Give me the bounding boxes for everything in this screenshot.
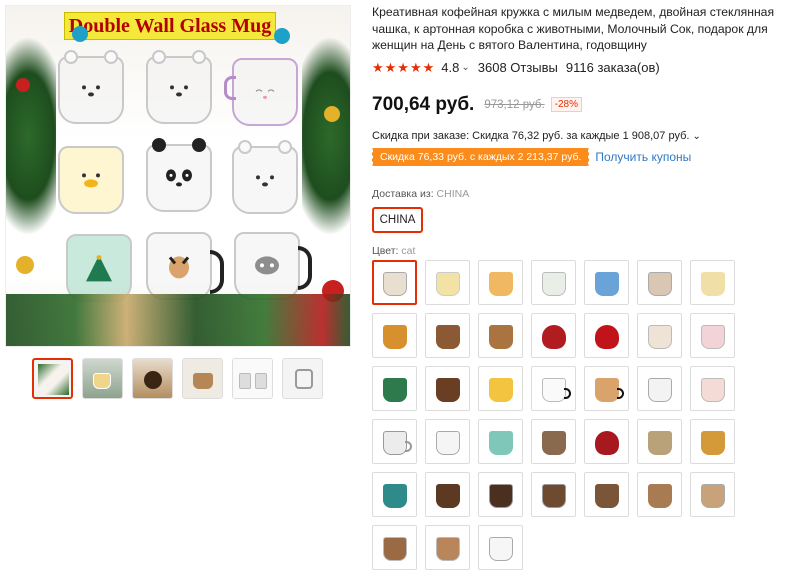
main-product-image[interactable]: Double Wall Glass Mug: [5, 5, 351, 347]
color-swatch[interactable]: [478, 259, 523, 305]
bear-mug: [58, 50, 124, 124]
chevron-down-icon: ⌄: [692, 130, 701, 142]
duck-mug: [58, 146, 124, 214]
ornament: [324, 106, 340, 122]
thumbnail[interactable]: [82, 358, 123, 399]
color-swatch[interactable]: [478, 312, 523, 358]
bear-mug: [232, 140, 298, 214]
color-swatch[interactable]: [372, 524, 417, 570]
star-rating-icon: ★★★★★: [372, 59, 436, 75]
color-swatch[interactable]: [372, 471, 417, 517]
color-swatch[interactable]: [690, 418, 735, 464]
color-swatch[interactable]: [690, 312, 735, 358]
cat-mug-purple: [232, 58, 298, 126]
get-coupons-link[interactable]: Получить купоны: [595, 150, 691, 164]
color-selected-value: cat: [401, 244, 416, 257]
bear-mug: [146, 50, 212, 124]
color-swatch[interactable]: [531, 471, 576, 517]
reviews-link[interactable]: 3608 Отзывы: [478, 60, 558, 75]
gift-decoration: [6, 294, 350, 346]
color-swatch[interactable]: [690, 259, 735, 305]
color-swatch[interactable]: [637, 365, 682, 411]
color-swatch[interactable]: [372, 418, 417, 464]
old-price: 973,12 руб.: [484, 98, 545, 111]
thumbnail[interactable]: [282, 358, 323, 399]
christmas-tree-decoration: [6, 36, 56, 236]
color-swatch[interactable]: [690, 471, 735, 517]
thumbnail[interactable]: [232, 358, 273, 399]
color-label: Цвет: cat: [372, 245, 796, 257]
color-swatch[interactable]: [478, 524, 523, 570]
color-swatch[interactable]: [637, 471, 682, 517]
order-discount[interactable]: Скидка при заказе: Скидка 76,32 руб. за …: [372, 130, 796, 142]
color-swatch[interactable]: [425, 365, 470, 411]
color-swatch[interactable]: [425, 418, 470, 464]
color-swatch[interactable]: [531, 312, 576, 358]
image-banner: Double Wall Glass Mug: [64, 12, 276, 40]
christmas-tree-mug: [66, 234, 132, 302]
color-swatch[interactable]: [531, 365, 576, 411]
thumbnail[interactable]: [182, 358, 223, 399]
color-swatch[interactable]: [425, 471, 470, 517]
order-discount-text: Скидка при заказе: Скидка 76,32 руб. за …: [372, 129, 690, 142]
shipping-selected-value: CHINA: [436, 187, 470, 200]
color-label-text: Цвет:: [372, 244, 399, 257]
rating-value[interactable]: 4.8: [441, 60, 459, 75]
color-swatch[interactable]: [425, 259, 470, 305]
color-swatch[interactable]: [372, 312, 417, 358]
shipping-label-text: Доставка из:: [372, 187, 434, 200]
color-swatch[interactable]: [690, 365, 735, 411]
rating-row: ★★★★★ 4.8 ⌄ 3608 Отзывы 9116 заказа(ов): [372, 60, 796, 76]
color-swatch[interactable]: [425, 524, 470, 570]
ornament: [16, 256, 34, 274]
discount-badge: -28%: [550, 97, 582, 112]
coupon-tag: Скидка 76,33 руб. с каждых 2 213,37 руб.: [370, 147, 590, 166]
color-swatch[interactable]: [637, 259, 682, 305]
color-swatches: [372, 259, 796, 570]
thumbnail[interactable]: [32, 358, 73, 399]
product-info: Креативная кофейная кружка с милым медве…: [370, 4, 796, 570]
color-swatch[interactable]: [637, 312, 682, 358]
color-swatch[interactable]: [531, 259, 576, 305]
cat-mug-grey: [234, 232, 300, 300]
color-swatch[interactable]: [425, 312, 470, 358]
chevron-down-icon[interactable]: ⌄: [461, 62, 469, 73]
color-swatch[interactable]: [584, 418, 629, 464]
price-row: 700,64 руб. 973,12 руб. -28%: [372, 94, 796, 116]
thumbnail-strip: [32, 358, 323, 399]
color-swatch[interactable]: [372, 259, 417, 305]
cat-mug-black: [146, 232, 212, 300]
product-title: Креативная кофейная кружка с милым медве…: [372, 5, 775, 52]
color-swatch[interactable]: [584, 259, 629, 305]
color-swatch[interactable]: [584, 312, 629, 358]
color-swatch[interactable]: [478, 471, 523, 517]
coupon-row: Скидка 76,33 руб. с каждых 2 213,37 руб.…: [370, 147, 796, 166]
color-swatch[interactable]: [478, 365, 523, 411]
current-price: 700,64 руб.: [372, 93, 475, 115]
color-swatch[interactable]: [531, 418, 576, 464]
color-swatch[interactable]: [478, 418, 523, 464]
color-swatch[interactable]: [372, 365, 417, 411]
ship-from-china-option[interactable]: CHINA: [372, 206, 423, 233]
color-swatch[interactable]: [584, 365, 629, 411]
ornament: [16, 78, 30, 92]
shipping-label: Доставка из: CHINA: [372, 188, 796, 200]
panda-mug: [146, 138, 212, 212]
color-swatch[interactable]: [637, 418, 682, 464]
ornament: [274, 28, 290, 44]
christmas-tree-decoration: [302, 36, 350, 236]
thumbnail[interactable]: [132, 358, 173, 399]
orders-count: 9116 заказа(ов): [565, 60, 660, 75]
color-swatch[interactable]: [584, 471, 629, 517]
ornament: [72, 26, 88, 42]
